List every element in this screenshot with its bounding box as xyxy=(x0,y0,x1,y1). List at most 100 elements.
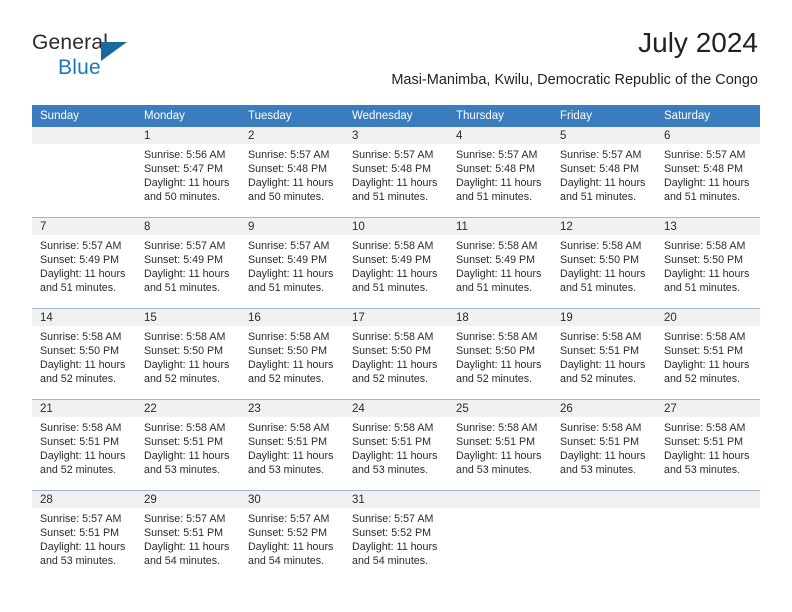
day-number: 8 xyxy=(136,218,240,235)
calendar-week-row: 28 Sunrise: 5:57 AM Sunset: 5:51 PM Dayligh… xyxy=(32,490,760,581)
daylight-text: Daylight: 11 hours and 52 minutes. xyxy=(560,359,646,386)
weekday-header-monday: Monday xyxy=(136,105,240,127)
calendar-day-cell[interactable]: 13 Sunrise: 5:58 AM Sunset: 5:50 PM Dayligh… xyxy=(656,217,760,309)
day-number: 23 xyxy=(240,400,344,417)
day-details: Sunrise: 5:58 AM Sunset: 5:49 PM Daylight:… xyxy=(344,235,448,295)
calendar-day-cell[interactable]: 2 Sunrise: 5:57 AM Sunset: 5:48 PM Daylight… xyxy=(240,127,344,218)
daylight-text: Daylight: 11 hours and 51 minutes. xyxy=(664,177,750,204)
calendar-day-cell[interactable]: 25 Sunrise: 5:58 AM Sunset: 5:51 PM Dayligh… xyxy=(448,399,552,491)
day-details: Sunrise: 5:58 AM Sunset: 5:51 PM Daylight:… xyxy=(552,417,656,477)
sunset-text: Sunset: 5:49 PM xyxy=(40,254,120,267)
day-details: Sunrise: 5:58 AM Sunset: 5:51 PM Daylight:… xyxy=(552,326,656,386)
day-cell-content: 24 Sunrise: 5:58 AM Sunset: 5:51 PM Dayligh… xyxy=(344,400,448,490)
daylight-text: Daylight: 11 hours and 53 minutes. xyxy=(560,450,646,477)
calendar-day-cell[interactable]: 23 Sunrise: 5:58 AM Sunset: 5:51 PM Dayligh… xyxy=(240,399,344,491)
day-details: Sunrise: 5:58 AM Sunset: 5:50 PM Daylight:… xyxy=(552,235,656,295)
day-cell-content: 31 Sunrise: 5:57 AM Sunset: 5:52 PM Dayligh… xyxy=(344,491,448,581)
day-number: 24 xyxy=(344,400,448,417)
day-number: 12 xyxy=(552,218,656,235)
daylight-text: Daylight: 11 hours and 52 minutes. xyxy=(144,359,230,386)
calendar-day-cell[interactable]: 8 Sunrise: 5:57 AM Sunset: 5:49 PM Daylight… xyxy=(136,217,240,309)
day-details: Sunrise: 5:57 AM Sunset: 5:48 PM Daylight:… xyxy=(344,144,448,204)
day-number: 21 xyxy=(32,400,136,417)
daylight-text: Daylight: 11 hours and 54 minutes. xyxy=(248,541,334,568)
calendar-day-cell[interactable]: 26 Sunrise: 5:58 AM Sunset: 5:51 PM Dayligh… xyxy=(552,399,656,491)
calendar-day-cell[interactable]: 7 Sunrise: 5:57 AM Sunset: 5:49 PM Daylight… xyxy=(32,217,136,309)
calendar-day-cell[interactable]: 5 Sunrise: 5:57 AM Sunset: 5:48 PM Daylight… xyxy=(552,127,656,218)
sunrise-text: Sunrise: 5:58 AM xyxy=(248,422,330,434)
sunset-text: Sunset: 5:51 PM xyxy=(40,436,120,449)
calendar-day-cell[interactable]: 18 Sunrise: 5:58 AM Sunset: 5:50 PM Dayligh… xyxy=(448,308,552,400)
daylight-text: Daylight: 11 hours and 51 minutes. xyxy=(560,268,646,295)
calendar-day-cell[interactable]: 30 Sunrise: 5:57 AM Sunset: 5:52 PM Dayligh… xyxy=(240,490,344,581)
day-details: Sunrise: 5:57 AM Sunset: 5:48 PM Daylight:… xyxy=(448,144,552,204)
calendar-day-cell[interactable]: 16 Sunrise: 5:58 AM Sunset: 5:50 PM Dayligh… xyxy=(240,308,344,400)
day-number: 11 xyxy=(448,218,552,235)
day-number: 5 xyxy=(552,127,656,144)
day-details: Sunrise: 5:57 AM Sunset: 5:51 PM Daylight:… xyxy=(32,508,136,568)
day-number: 26 xyxy=(552,400,656,417)
calendar-day-cell[interactable]: 1 Sunrise: 5:56 AM Sunset: 5:47 PM Daylight… xyxy=(136,127,240,218)
daylight-text: Daylight: 11 hours and 54 minutes. xyxy=(144,541,230,568)
sunrise-text: Sunrise: 5:58 AM xyxy=(664,331,746,343)
day-cell-content: 11 Sunrise: 5:58 AM Sunset: 5:49 PM Dayligh… xyxy=(448,218,552,308)
day-details: Sunrise: 5:57 AM Sunset: 5:52 PM Daylight:… xyxy=(240,508,344,568)
sunset-text: Sunset: 5:49 PM xyxy=(248,254,328,267)
sunrise-text: Sunrise: 5:58 AM xyxy=(144,331,226,343)
day-cell-content: 19 Sunrise: 5:58 AM Sunset: 5:51 PM Dayligh… xyxy=(552,309,656,399)
day-details: Sunrise: 5:57 AM Sunset: 5:48 PM Daylight:… xyxy=(240,144,344,204)
sunrise-text: Sunrise: 5:58 AM xyxy=(664,422,746,434)
day-cell-content: 17 Sunrise: 5:58 AM Sunset: 5:50 PM Dayligh… xyxy=(344,309,448,399)
calendar-day-cell[interactable]: 24 Sunrise: 5:58 AM Sunset: 5:51 PM Dayligh… xyxy=(344,399,448,491)
day-details: Sunrise: 5:57 AM Sunset: 5:48 PM Daylight:… xyxy=(656,144,760,204)
calendar-day-cell[interactable]: 21 Sunrise: 5:58 AM Sunset: 5:51 PM Dayligh… xyxy=(32,399,136,491)
day-number: 29 xyxy=(136,491,240,508)
weekday-header-sunday: Sunday xyxy=(32,105,136,127)
calendar-day-cell[interactable]: 20 Sunrise: 5:58 AM Sunset: 5:51 PM Dayligh… xyxy=(656,308,760,400)
sunrise-text: Sunrise: 5:58 AM xyxy=(560,422,642,434)
daylight-text: Daylight: 11 hours and 52 minutes. xyxy=(456,359,542,386)
day-cell-content xyxy=(32,127,136,217)
sunset-text: Sunset: 5:51 PM xyxy=(352,436,432,449)
sunset-text: Sunset: 5:50 PM xyxy=(40,345,120,358)
day-details: Sunrise: 5:58 AM Sunset: 5:51 PM Daylight:… xyxy=(656,417,760,477)
day-cell-content: 2 Sunrise: 5:57 AM Sunset: 5:48 PM Daylight… xyxy=(240,127,344,217)
calendar-day-cell[interactable]: 10 Sunrise: 5:58 AM Sunset: 5:49 PM Dayligh… xyxy=(344,217,448,309)
calendar-day-cell[interactable]: 6 Sunrise: 5:57 AM Sunset: 5:48 PM Daylight… xyxy=(656,127,760,218)
sunrise-text: Sunrise: 5:57 AM xyxy=(248,240,330,252)
calendar-day-cell[interactable]: 19 Sunrise: 5:58 AM Sunset: 5:51 PM Dayligh… xyxy=(552,308,656,400)
calendar-day-cell xyxy=(552,490,656,581)
sunrise-text: Sunrise: 5:57 AM xyxy=(352,513,434,525)
calendar-body: 1 Sunrise: 5:56 AM Sunset: 5:47 PM Daylight… xyxy=(32,127,760,581)
day-details: Sunrise: 5:57 AM Sunset: 5:51 PM Daylight:… xyxy=(136,508,240,568)
calendar-day-cell[interactable]: 12 Sunrise: 5:58 AM Sunset: 5:50 PM Dayligh… xyxy=(552,217,656,309)
calendar-day-cell[interactable]: 14 Sunrise: 5:58 AM Sunset: 5:50 PM Dayligh… xyxy=(32,308,136,400)
sunrise-text: Sunrise: 5:58 AM xyxy=(456,331,538,343)
daylight-text: Daylight: 11 hours and 53 minutes. xyxy=(664,450,750,477)
calendar-day-cell[interactable]: 22 Sunrise: 5:58 AM Sunset: 5:51 PM Dayligh… xyxy=(136,399,240,491)
sunrise-text: Sunrise: 5:57 AM xyxy=(248,149,330,161)
day-number xyxy=(448,491,552,508)
calendar-day-cell[interactable]: 17 Sunrise: 5:58 AM Sunset: 5:50 PM Dayligh… xyxy=(344,308,448,400)
sunset-text: Sunset: 5:51 PM xyxy=(456,436,536,449)
calendar-day-cell[interactable]: 28 Sunrise: 5:57 AM Sunset: 5:51 PM Dayligh… xyxy=(32,490,136,581)
sunset-text: Sunset: 5:49 PM xyxy=(456,254,536,267)
calendar-day-cell[interactable]: 4 Sunrise: 5:57 AM Sunset: 5:48 PM Daylight… xyxy=(448,127,552,218)
day-number: 9 xyxy=(240,218,344,235)
daylight-text: Daylight: 11 hours and 53 minutes. xyxy=(248,450,334,477)
day-cell-content: 30 Sunrise: 5:57 AM Sunset: 5:52 PM Dayligh… xyxy=(240,491,344,581)
calendar-day-cell[interactable]: 31 Sunrise: 5:57 AM Sunset: 5:52 PM Dayligh… xyxy=(344,490,448,581)
day-cell-content: 6 Sunrise: 5:57 AM Sunset: 5:48 PM Daylight… xyxy=(656,127,760,217)
calendar-day-cell[interactable]: 27 Sunrise: 5:58 AM Sunset: 5:51 PM Dayligh… xyxy=(656,399,760,491)
calendar-day-cell[interactable]: 29 Sunrise: 5:57 AM Sunset: 5:51 PM Dayligh… xyxy=(136,490,240,581)
day-number: 28 xyxy=(32,491,136,508)
calendar-day-cell[interactable]: 9 Sunrise: 5:57 AM Sunset: 5:49 PM Daylight… xyxy=(240,217,344,309)
calendar-day-cell[interactable]: 3 Sunrise: 5:57 AM Sunset: 5:48 PM Daylight… xyxy=(344,127,448,218)
day-number: 17 xyxy=(344,309,448,326)
calendar-day-cell[interactable]: 11 Sunrise: 5:58 AM Sunset: 5:49 PM Dayligh… xyxy=(448,217,552,309)
calendar-day-cell[interactable]: 15 Sunrise: 5:58 AM Sunset: 5:50 PM Dayligh… xyxy=(136,308,240,400)
daylight-text: Daylight: 11 hours and 53 minutes. xyxy=(352,450,438,477)
day-number: 20 xyxy=(656,309,760,326)
page-title: July 2024 xyxy=(638,27,758,58)
day-cell-content: 15 Sunrise: 5:58 AM Sunset: 5:50 PM Dayligh… xyxy=(136,309,240,399)
